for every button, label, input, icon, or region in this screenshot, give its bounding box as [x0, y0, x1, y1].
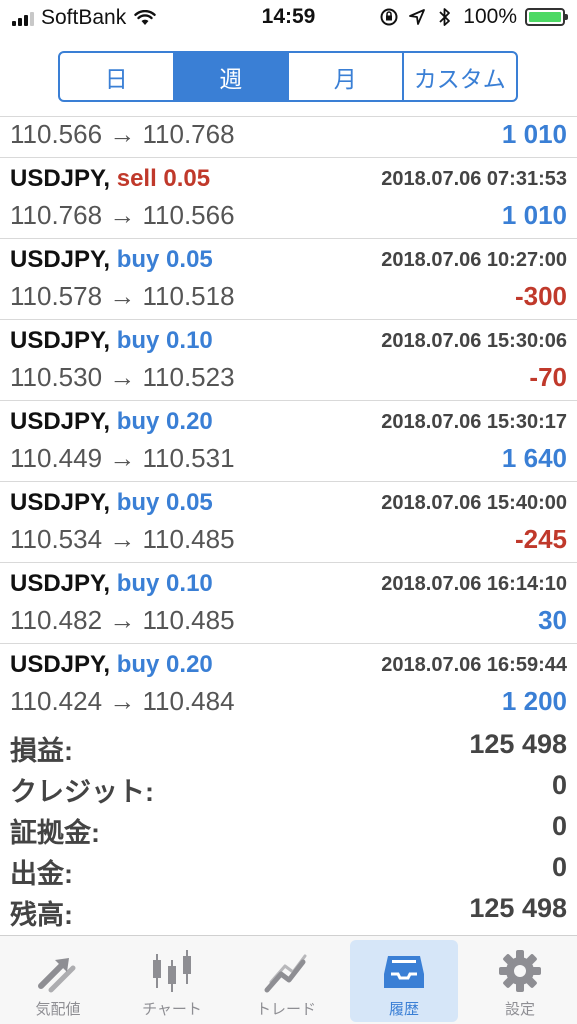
history-list[interactable]: 110.566 → 110.768 1 010 USDJPY, sell 0.0… [0, 116, 577, 717]
trade-side: buy 0.05 [116, 246, 213, 273]
trade-side: buy 0.05 [116, 489, 213, 516]
history-inbox-icon [384, 956, 424, 988]
trade-row[interactable]: USDJPY, buy 0.10 2018.07.06 15:30:06 110… [0, 320, 577, 401]
trade-profit: -70 [529, 362, 567, 392]
battery-icon [525, 8, 568, 26]
battery-percent: 100% [463, 5, 517, 28]
trade-datetime: 2018.07.06 10:27:00 [381, 249, 567, 271]
summary-value: 125 498 [469, 893, 567, 923]
trade-profit: 1 010 [501, 119, 567, 149]
tab-history[interactable]: 履歴 [350, 940, 458, 1022]
trade-datetime: 2018.07.06 15:30:06 [381, 330, 567, 352]
gear-icon [499, 950, 541, 992]
trade-profit: 30 [538, 605, 567, 635]
trade-row[interactable]: USDJPY, buy 0.05 2018.07.06 15:40:00 110… [0, 482, 577, 563]
segment-week[interactable]: 週 [174, 53, 289, 100]
tab-trade[interactable]: トレード [232, 940, 340, 1022]
rotation-lock-icon [379, 7, 399, 27]
trade-prices: 110.578 → 110.518 [10, 281, 235, 311]
trade-symbol: USDJPY, [10, 408, 111, 435]
tab-bar: 気配値 チャート トレード 履歴 設定 [0, 935, 577, 1024]
summary-credit-row: クレジット: 0 [0, 766, 577, 807]
summary-withdrawal-row: 出金: 0 [0, 848, 577, 889]
summary-value: 0 [551, 811, 567, 841]
trade-row[interactable]: USDJPY, buy 0.10 2018.07.06 16:14:10 110… [0, 563, 577, 644]
trade-prices: 110.449 → 110.531 [10, 443, 235, 473]
summary-balance-row: 残高: 125 498 [0, 889, 577, 930]
trade-datetime: 2018.07.06 07:31:53 [381, 168, 567, 190]
summary-label: 損益: [10, 736, 73, 766]
trade-symbol: USDJPY, [10, 570, 111, 597]
trade-row[interactable]: USDJPY, buy 0.20 2018.07.06 16:59:44 110… [0, 644, 577, 717]
trade-prices: 110.482 → 110.485 [10, 605, 235, 635]
tab-chart[interactable]: チャート [118, 940, 226, 1022]
location-arrow-icon [407, 7, 427, 27]
summary-label: 残高: [10, 900, 73, 930]
summary-label: 出金: [10, 859, 73, 889]
segment-day[interactable]: 日 [60, 53, 175, 100]
summary-value: 0 [551, 770, 567, 800]
status-bar: SoftBank 14:59 100% [0, 0, 577, 38]
trade-row[interactable]: USDJPY, sell 0.05 2018.07.06 07:31:53 11… [0, 158, 577, 239]
trade-datetime: 2018.07.06 16:59:44 [381, 654, 567, 676]
quotes-arrows-icon [38, 958, 76, 993]
tab-label: チャート [142, 1001, 202, 1018]
tab-label: 設定 [504, 1001, 535, 1018]
trade-side: buy 0.10 [116, 327, 213, 354]
trade-prices: 110.424 → 110.484 [10, 686, 235, 716]
trade-profit: 1 010 [501, 200, 567, 230]
trade-symbol: USDJPY, [10, 651, 111, 678]
bluetooth-icon [435, 7, 455, 27]
trade-profit: 1 640 [501, 443, 567, 473]
trade-row[interactable]: USDJPY, buy 0.05 2018.07.06 10:27:00 110… [0, 239, 577, 320]
trade-profit: 1 200 [501, 686, 567, 716]
trade-datetime: 2018.07.06 16:14:10 [381, 573, 567, 595]
trade-side: buy 0.20 [116, 651, 213, 678]
tab-settings[interactable]: 設定 [466, 940, 574, 1022]
trade-symbol: USDJPY, [10, 165, 111, 192]
trade-profit: -245 [514, 524, 567, 554]
period-segmented-control: 日 週 月 カスタム [58, 51, 518, 102]
segment-month[interactable]: 月 [289, 53, 404, 100]
trade-side: buy 0.20 [116, 408, 213, 435]
trade-row-partial[interactable]: 110.566 → 110.768 1 010 [0, 117, 577, 158]
tab-quotes[interactable]: 気配値 [4, 940, 112, 1022]
summary-label: クレジット: [10, 777, 154, 807]
trade-symbol: USDJPY, [10, 489, 111, 516]
trade-row[interactable]: USDJPY, buy 0.20 2018.07.06 15:30:17 110… [0, 401, 577, 482]
trade-prices: 110.566 → 110.768 [10, 119, 235, 149]
trade-datetime: 2018.07.06 15:40:00 [381, 492, 567, 514]
tab-label: 気配値 [35, 1001, 81, 1018]
trade-side: buy 0.10 [116, 570, 213, 597]
summary-value: 125 498 [469, 729, 567, 759]
trade-trend-icon [264, 954, 307, 993]
trade-datetime: 2018.07.06 15:30:17 [381, 411, 567, 433]
segment-custom[interactable]: カスタム [404, 53, 517, 100]
summary-label: 証拠金: [10, 818, 100, 848]
candlestick-chart-icon [153, 950, 191, 992]
status-right-group: 100% [371, 5, 568, 29]
tab-label: トレード [255, 1001, 316, 1018]
trade-prices: 110.534 → 110.485 [10, 524, 235, 554]
trade-side: sell 0.05 [116, 165, 211, 192]
trade-prices: 110.768 → 110.566 [10, 200, 235, 230]
summary-value: 0 [551, 852, 567, 882]
tab-label: 履歴 [388, 1001, 419, 1018]
summary-profit-row: 損益: 125 498 [0, 725, 577, 766]
trade-prices: 110.530 → 110.523 [10, 362, 235, 392]
trade-symbol: USDJPY, [10, 327, 111, 354]
summary-deposit-row: 証拠金: 0 [0, 807, 577, 848]
trade-symbol: USDJPY, [10, 246, 111, 273]
trade-profit: -300 [514, 281, 567, 311]
